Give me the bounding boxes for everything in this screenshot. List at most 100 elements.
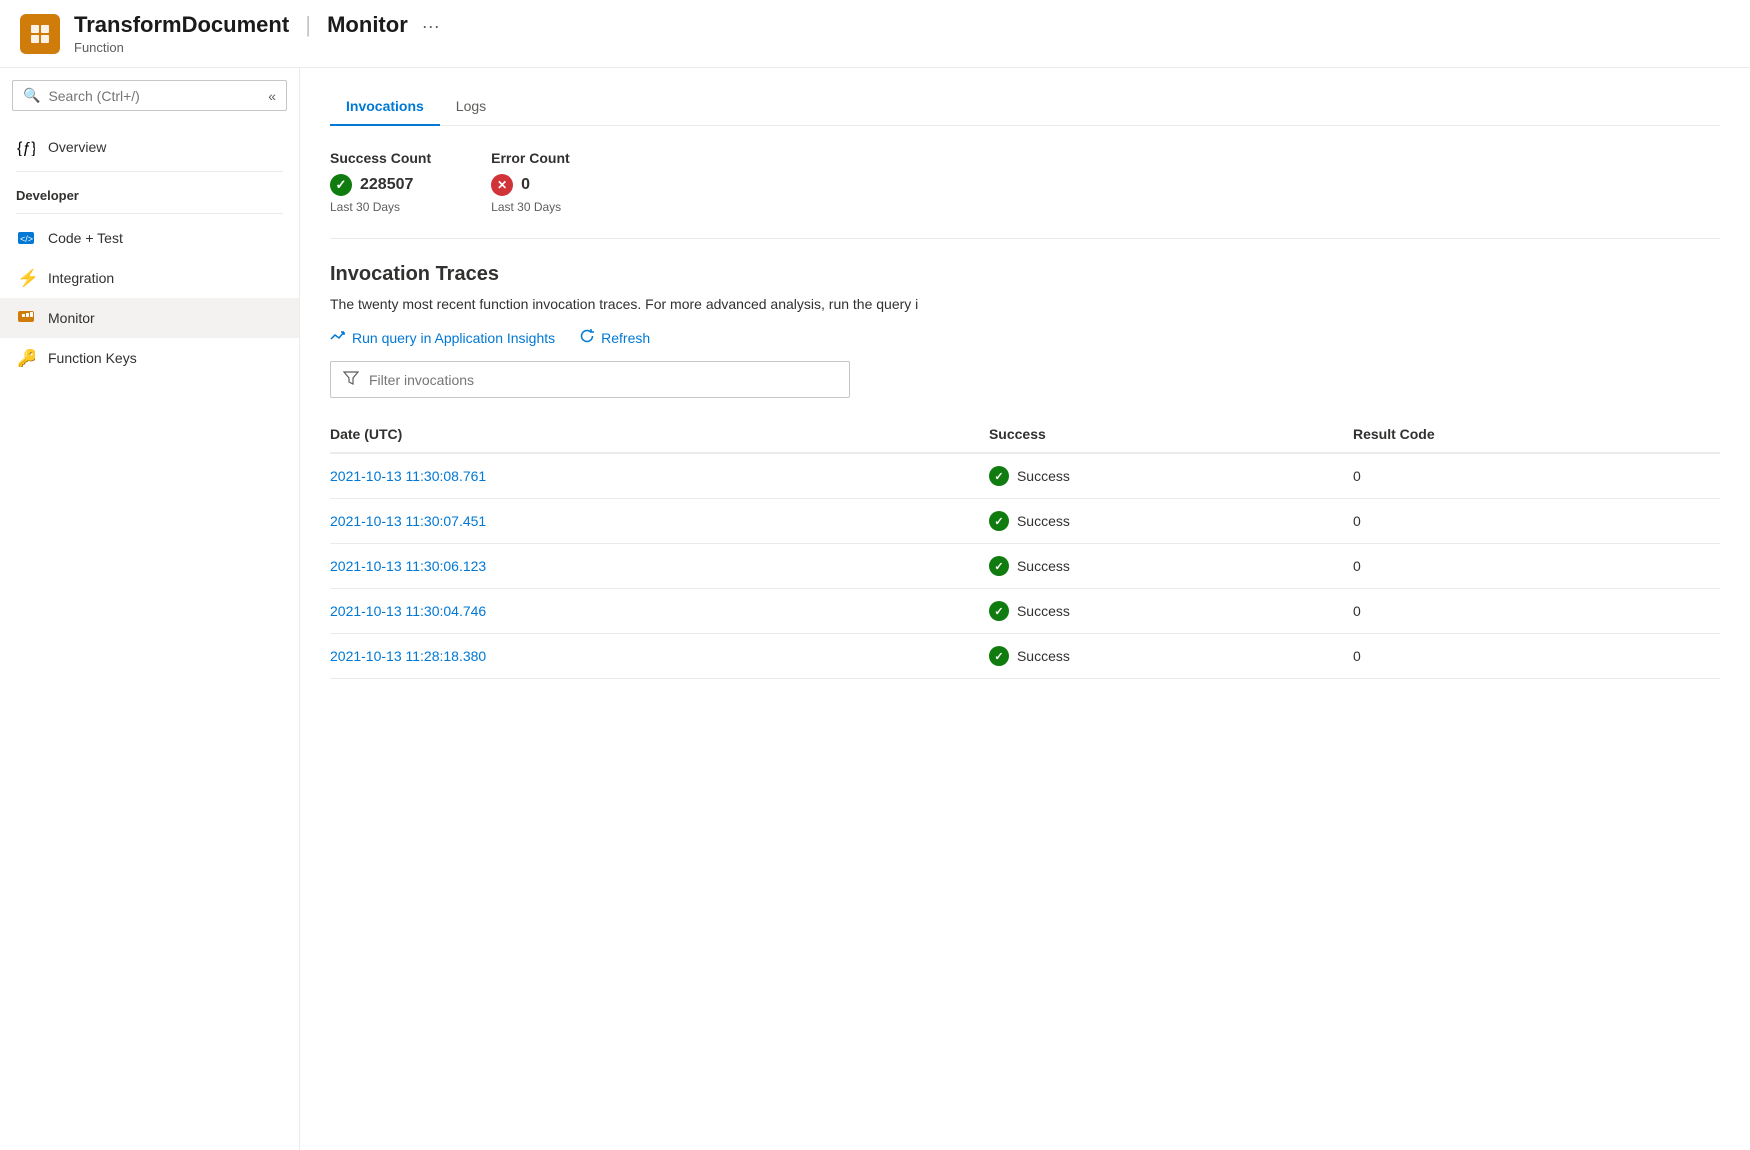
page-title: Monitor bbox=[327, 12, 408, 38]
stats-divider bbox=[330, 238, 1720, 239]
svg-text:{ƒ}: {ƒ} bbox=[17, 140, 35, 156]
sidebar-item-function-keys-label: Function Keys bbox=[48, 350, 137, 366]
table-row: 2021-10-13 11:30:08.761 Success 0 bbox=[330, 453, 1720, 499]
sidebar-item-integration-label: Integration bbox=[48, 270, 114, 286]
error-count-number: 0 bbox=[521, 176, 530, 194]
filter-icon bbox=[343, 370, 359, 389]
table-cell-success: Success bbox=[989, 544, 1353, 589]
table-cell-date[interactable]: 2021-10-13 11:30:04.746 bbox=[330, 589, 989, 634]
filter-bar[interactable] bbox=[330, 361, 850, 398]
error-count-value: 0 bbox=[491, 174, 570, 196]
table-cell-success: Success bbox=[989, 499, 1353, 544]
tab-invocations[interactable]: Invocations bbox=[330, 88, 440, 126]
traces-section-desc: The twenty most recent function invocati… bbox=[330, 296, 1720, 312]
table-row: 2021-10-13 11:30:06.123 Success 0 bbox=[330, 544, 1720, 589]
table-row: 2021-10-13 11:30:07.451 Success 0 bbox=[330, 499, 1720, 544]
table-cell-result-code: 0 bbox=[1353, 544, 1720, 589]
svg-text:</>: </> bbox=[20, 234, 33, 244]
success-cell: Success bbox=[989, 466, 1341, 486]
col-success: Success bbox=[989, 418, 1353, 453]
sidebar-item-code-test-label: Code + Test bbox=[48, 230, 123, 246]
table-header: Date (UTC) Success Result Code bbox=[330, 418, 1720, 453]
col-result-code: Result Code bbox=[1353, 418, 1720, 453]
sidebar-item-overview[interactable]: {ƒ} Overview bbox=[0, 127, 299, 167]
success-text: Success bbox=[1017, 468, 1070, 484]
svg-text:⚡: ⚡ bbox=[17, 269, 35, 287]
sidebar-item-integration[interactable]: ⚡ Integration bbox=[0, 258, 299, 298]
success-cell: Success bbox=[989, 556, 1341, 576]
header-title-block: TransformDocument | Monitor ··· Function bbox=[74, 12, 440, 55]
sidebar-item-monitor-label: Monitor bbox=[48, 310, 95, 326]
success-count-period: Last 30 Days bbox=[330, 200, 431, 214]
main-layout: 🔍 « {ƒ} Overview Developer </> Code + Te… bbox=[0, 68, 1750, 1150]
app-icon bbox=[20, 14, 60, 54]
success-check-icon bbox=[330, 174, 352, 196]
run-query-icon bbox=[330, 328, 346, 347]
refresh-label: Refresh bbox=[601, 330, 650, 346]
sidebar: 🔍 « {ƒ} Overview Developer </> Code + Te… bbox=[0, 68, 300, 1150]
function-keys-icon: 🔑 bbox=[16, 348, 36, 368]
error-x-icon bbox=[491, 174, 513, 196]
success-text: Success bbox=[1017, 558, 1070, 574]
stats-row: Success Count 228507 Last 30 Days Error … bbox=[330, 150, 1720, 214]
search-input[interactable] bbox=[48, 88, 258, 104]
tab-bar: Invocations Logs bbox=[330, 88, 1720, 126]
table-row: 2021-10-13 11:28:18.380 Success 0 bbox=[330, 634, 1720, 679]
run-query-link[interactable]: Run query in Application Insights bbox=[330, 328, 555, 347]
table-cell-date[interactable]: 2021-10-13 11:30:06.123 bbox=[330, 544, 989, 589]
overview-icon: {ƒ} bbox=[16, 137, 36, 157]
table-cell-result-code: 0 bbox=[1353, 499, 1720, 544]
success-cell: Success bbox=[989, 646, 1341, 666]
table-cell-date[interactable]: 2021-10-13 11:30:07.451 bbox=[330, 499, 989, 544]
action-bar: Run query in Application Insights Refres… bbox=[330, 328, 1720, 347]
table-cell-result-code: 0 bbox=[1353, 634, 1720, 679]
svg-text:🔑: 🔑 bbox=[17, 349, 35, 367]
sidebar-divider-1 bbox=[16, 171, 283, 172]
refresh-link[interactable]: Refresh bbox=[579, 328, 650, 347]
success-cell: Success bbox=[989, 511, 1341, 531]
success-count-label: Success Count bbox=[330, 150, 431, 166]
tab-logs[interactable]: Logs bbox=[440, 88, 502, 126]
table-cell-success: Success bbox=[989, 634, 1353, 679]
row-success-icon bbox=[989, 601, 1009, 621]
collapse-button[interactable]: « bbox=[268, 88, 276, 104]
header-ellipsis[interactable]: ··· bbox=[422, 16, 440, 37]
row-success-icon bbox=[989, 466, 1009, 486]
app-name: TransformDocument bbox=[74, 12, 289, 38]
table-cell-result-code: 0 bbox=[1353, 589, 1720, 634]
sidebar-item-function-keys[interactable]: 🔑 Function Keys bbox=[0, 338, 299, 378]
error-count-label: Error Count bbox=[491, 150, 570, 166]
app-header: TransformDocument | Monitor ··· Function bbox=[0, 0, 1750, 68]
sidebar-item-code-test[interactable]: </> Code + Test bbox=[0, 218, 299, 258]
success-text: Success bbox=[1017, 513, 1070, 529]
header-separator: | bbox=[299, 12, 317, 38]
table-row: 2021-10-13 11:30:04.746 Success 0 bbox=[330, 589, 1720, 634]
sidebar-item-monitor[interactable]: Monitor bbox=[0, 298, 299, 338]
code-test-icon: </> bbox=[16, 228, 36, 248]
search-icon: 🔍 bbox=[23, 87, 40, 104]
success-count-block: Success Count 228507 Last 30 Days bbox=[330, 150, 431, 214]
success-cell: Success bbox=[989, 601, 1341, 621]
col-date: Date (UTC) bbox=[330, 418, 989, 453]
success-count-number: 228507 bbox=[360, 176, 413, 194]
monitor-icon bbox=[16, 308, 36, 328]
integration-icon: ⚡ bbox=[16, 268, 36, 288]
table-cell-date[interactable]: 2021-10-13 11:30:08.761 bbox=[330, 453, 989, 499]
traces-section-title: Invocation Traces bbox=[330, 263, 1720, 286]
row-success-icon bbox=[989, 556, 1009, 576]
sidebar-section-developer: Developer bbox=[0, 176, 299, 209]
invocations-table: Date (UTC) Success Result Code 2021-10-1… bbox=[330, 418, 1720, 679]
error-count-period: Last 30 Days bbox=[491, 200, 570, 214]
table-cell-date[interactable]: 2021-10-13 11:28:18.380 bbox=[330, 634, 989, 679]
app-subtitle: Function bbox=[74, 40, 440, 55]
success-text: Success bbox=[1017, 648, 1070, 664]
success-text: Success bbox=[1017, 603, 1070, 619]
sidebar-item-overview-label: Overview bbox=[48, 139, 106, 155]
run-query-label: Run query in Application Insights bbox=[352, 330, 555, 346]
filter-input[interactable] bbox=[369, 372, 837, 388]
success-count-value: 228507 bbox=[330, 174, 431, 196]
refresh-icon bbox=[579, 328, 595, 347]
search-bar[interactable]: 🔍 « bbox=[12, 80, 287, 111]
table-cell-result-code: 0 bbox=[1353, 453, 1720, 499]
table-body: 2021-10-13 11:30:08.761 Success 0 2021-1… bbox=[330, 453, 1720, 679]
